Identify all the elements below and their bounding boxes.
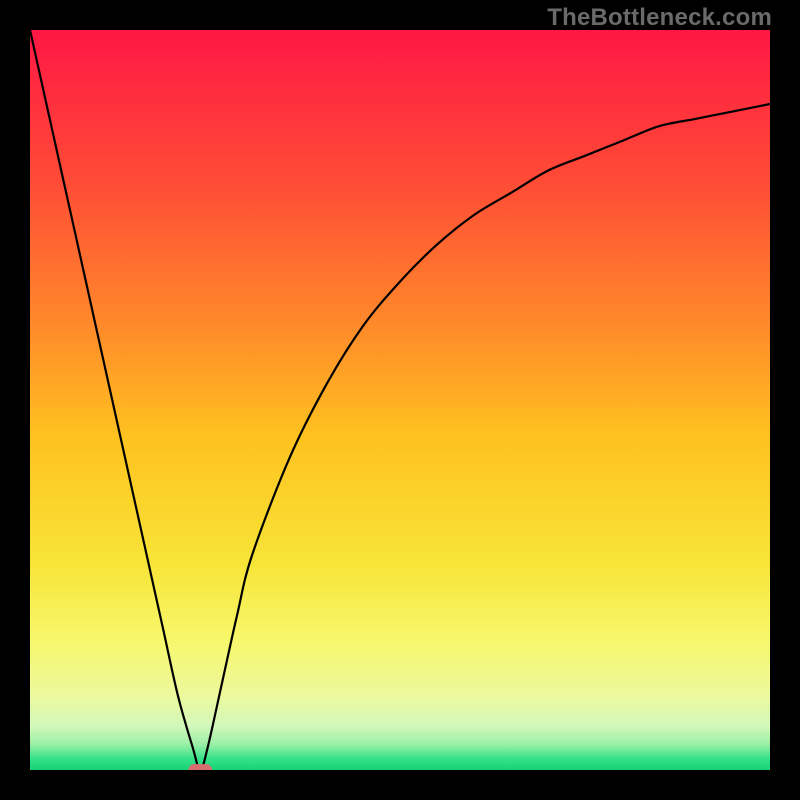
chart-background <box>30 30 770 770</box>
bottleneck-chart <box>30 30 770 770</box>
watermark-text: TheBottleneck.com <box>547 4 772 32</box>
outer-frame: TheBottleneck.com <box>0 0 800 800</box>
optimal-marker <box>188 764 212 770</box>
